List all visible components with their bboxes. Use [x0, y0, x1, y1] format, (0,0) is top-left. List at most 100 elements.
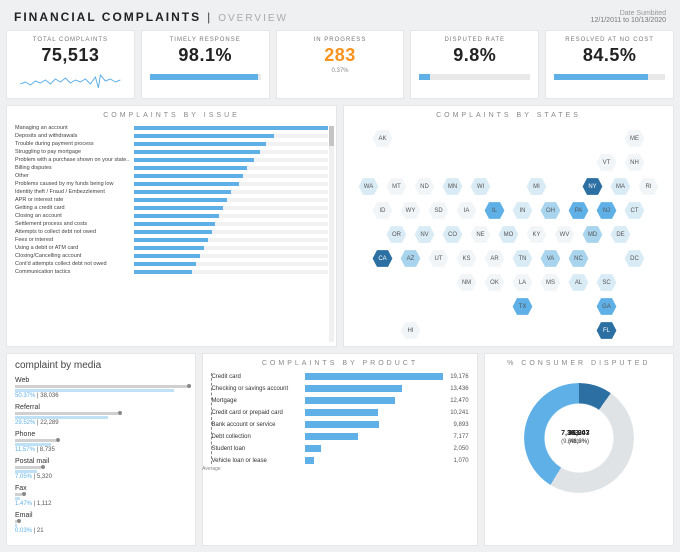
product-row[interactable]: Vehicle loan or lease1,070 — [211, 457, 468, 464]
state-in[interactable]: IN — [512, 201, 534, 220]
state-va[interactable]: VA — [540, 249, 562, 268]
state-ok[interactable]: OK — [484, 273, 506, 292]
product-row[interactable]: Credit card or prepaid card10,241 — [211, 409, 468, 416]
issue-row[interactable]: Using a debit or ATM card — [15, 245, 328, 251]
issue-row[interactable]: Problem with a purchase shown on your st… — [15, 157, 328, 163]
product-value: 2,050 — [454, 446, 469, 452]
state-de[interactable]: DE — [610, 225, 632, 244]
state-mt[interactable]: MT — [386, 177, 408, 196]
state-vt[interactable]: VT — [596, 153, 618, 172]
issue-row[interactable]: Settlement process and costs — [15, 221, 328, 227]
media-row[interactable]: Web50.37% | 38,036 — [15, 377, 187, 399]
state-dc[interactable]: DC — [624, 249, 646, 268]
state-pa[interactable]: PA — [568, 201, 590, 220]
state-al[interactable]: AL — [568, 273, 590, 292]
issue-row[interactable]: Other — [15, 173, 328, 179]
kpi-in-progress[interactable]: IN PROGRESS 283 0.37% — [276, 30, 405, 99]
media-row[interactable]: Referral29.52% | 22,289 — [15, 404, 187, 426]
issue-row[interactable]: Attempts to collect debt not owed — [15, 229, 328, 235]
state-wi[interactable]: WI — [470, 177, 492, 196]
state-or[interactable]: OR — [386, 225, 408, 244]
issue-row[interactable]: Identity theft / Fraud / Embezzlement — [15, 189, 328, 195]
media-row[interactable]: Fax1.47% | 1,112 — [15, 485, 187, 507]
kpi-resolved-no-cost[interactable]: RESOLVED AT NO COST 84.5% — [545, 30, 674, 99]
state-sd[interactable]: SD — [428, 201, 450, 220]
state-nv[interactable]: NV — [414, 225, 436, 244]
date-range[interactable]: 12/1/2011 to 10/13/2020 — [591, 17, 666, 24]
state-co[interactable]: CO — [442, 225, 464, 244]
issue-label: Attempts to collect debt not owed — [15, 229, 130, 235]
state-tn[interactable]: TN — [512, 249, 534, 268]
donut-chart[interactable]: 7,363(9.8%)36,947(48.9%)31,203(41.3%) — [493, 373, 665, 503]
state-mn[interactable]: MN — [442, 177, 464, 196]
issue-row[interactable]: Deposits and withdrawals — [15, 133, 328, 139]
state-id[interactable]: ID — [372, 201, 394, 220]
media-row[interactable]: Phone11.57% | 8,735 — [15, 431, 187, 453]
issue-row[interactable]: Problems caused by my funds being low — [15, 181, 328, 187]
state-ne[interactable]: NE — [470, 225, 492, 244]
state-mi[interactable]: MI — [526, 177, 548, 196]
state-nh[interactable]: NH — [624, 153, 646, 172]
state-tx[interactable]: TX — [512, 297, 534, 316]
state-wv[interactable]: WV — [554, 225, 576, 244]
state-ks[interactable]: KS — [456, 249, 478, 268]
issue-row[interactable]: Trouble during payment process — [15, 141, 328, 147]
state-me[interactable]: ME — [624, 129, 646, 148]
issue-row[interactable]: Cont'd attempts collect debt not owed — [15, 261, 328, 267]
state-ut[interactable]: UT — [428, 249, 450, 268]
state-ak[interactable]: AK — [372, 129, 394, 148]
kpi-disputed-rate[interactable]: DISPUTED RATE 9.8% — [410, 30, 539, 99]
state-nc[interactable]: NC — [568, 249, 590, 268]
state-wa[interactable]: WA — [358, 177, 380, 196]
scrollbar[interactable] — [329, 126, 334, 342]
state-ms[interactable]: MS — [540, 273, 562, 292]
state-ca[interactable]: CA — [372, 249, 394, 268]
panel-complaints-by-issue: COMPLAINTS BY ISSUE Managing an accountD… — [6, 105, 337, 347]
issue-row[interactable]: Closing an account — [15, 213, 328, 219]
product-row[interactable]: Bank account or service9,893 — [211, 421, 468, 428]
issue-row[interactable]: Struggling to pay mortgage — [15, 149, 328, 155]
state-fl[interactable]: FL — [596, 321, 618, 340]
product-row[interactable]: Mortgage12,470 — [211, 397, 468, 404]
state-mo[interactable]: MO — [498, 225, 520, 244]
product-row[interactable]: Checking or savings account13,436 — [211, 385, 468, 392]
issue-row[interactable]: Communication tactics — [15, 269, 328, 275]
issue-row[interactable]: APR or interest rate — [15, 197, 328, 203]
kpi-value: 98.1% — [178, 45, 232, 66]
state-ky[interactable]: KY — [526, 225, 548, 244]
state-ia[interactable]: IA — [456, 201, 478, 220]
state-il[interactable]: IL — [484, 201, 506, 220]
state-hi[interactable]: HI — [400, 321, 422, 340]
state-ma[interactable]: MA — [610, 177, 632, 196]
state-ar[interactable]: AR — [484, 249, 506, 268]
product-value: 9,893 — [454, 422, 469, 428]
state-nd[interactable]: ND — [414, 177, 436, 196]
state-ga[interactable]: GA — [596, 297, 618, 316]
kpi-timely-response[interactable]: TIMELY RESPONSE 98.1% — [141, 30, 270, 99]
state-sc[interactable]: SC — [596, 273, 618, 292]
state-oh[interactable]: OH — [540, 201, 562, 220]
average-label: Average — [202, 466, 221, 472]
issue-row[interactable]: Fees or interest — [15, 237, 328, 243]
product-row[interactable]: Credit card19,176 — [211, 373, 468, 380]
product-row[interactable]: Student loan2,050 — [211, 445, 468, 452]
state-wy[interactable]: WY — [400, 201, 422, 220]
state-ny[interactable]: NY — [582, 177, 604, 196]
media-row[interactable]: Postal mail7.05% | 5,320 — [15, 458, 187, 480]
state-ri[interactable]: RI — [638, 177, 660, 196]
issue-row[interactable]: Getting a credit card — [15, 205, 328, 211]
state-md[interactable]: MD — [582, 225, 604, 244]
kpi-total-complaints[interactable]: TOTAL COMPLAINTS 75,513 — [6, 30, 135, 99]
state-la[interactable]: LA — [512, 273, 534, 292]
media-row[interactable]: Email0.03% | 21 — [15, 512, 187, 534]
state-ct[interactable]: CT — [624, 201, 646, 220]
issue-row[interactable]: Closing/Cancelling account — [15, 253, 328, 259]
state-nm[interactable]: NM — [456, 273, 478, 292]
state-nj[interactable]: NJ — [596, 201, 618, 220]
scrollbar-thumb[interactable] — [329, 126, 334, 146]
product-row[interactable]: Debt collection7,177 — [211, 433, 468, 440]
product-label: Credit card — [211, 374, 301, 380]
issue-row[interactable]: Billing disputes — [15, 165, 328, 171]
state-az[interactable]: AZ — [400, 249, 422, 268]
issue-row[interactable]: Managing an account — [15, 125, 328, 131]
